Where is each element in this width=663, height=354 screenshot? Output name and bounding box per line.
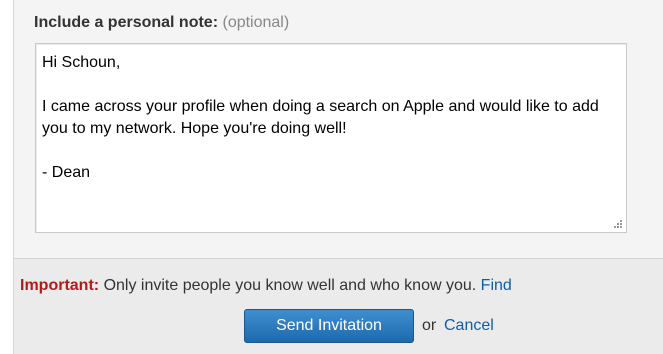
resize-grip-icon[interactable] <box>612 218 623 229</box>
important-label: Important: <box>20 277 100 294</box>
personal-note-textarea[interactable]: Hi Schoun, I came across your profile wh… <box>35 43 627 233</box>
invitation-footer: Important: Only invite people you know w… <box>14 259 663 354</box>
personal-note-label: Include a personal note: (optional) <box>34 14 289 32</box>
cancel-link[interactable]: Cancel <box>444 317 494 335</box>
important-notice: Important: Only invite people you know w… <box>20 277 512 295</box>
find-link[interactable]: Find <box>481 277 512 294</box>
send-invitation-button[interactable]: Send Invitation <box>244 309 414 343</box>
important-text: Only invite people you know well and who… <box>103 277 477 294</box>
optional-hint: (optional) <box>222 14 290 31</box>
invitation-panel: Include a personal note: (optional) Hi S… <box>13 0 663 354</box>
personal-note-label-text: Include a personal note: <box>34 14 219 31</box>
personal-note-text[interactable]: Hi Schoun, I came across your profile wh… <box>42 52 622 184</box>
or-text: or <box>422 317 437 334</box>
